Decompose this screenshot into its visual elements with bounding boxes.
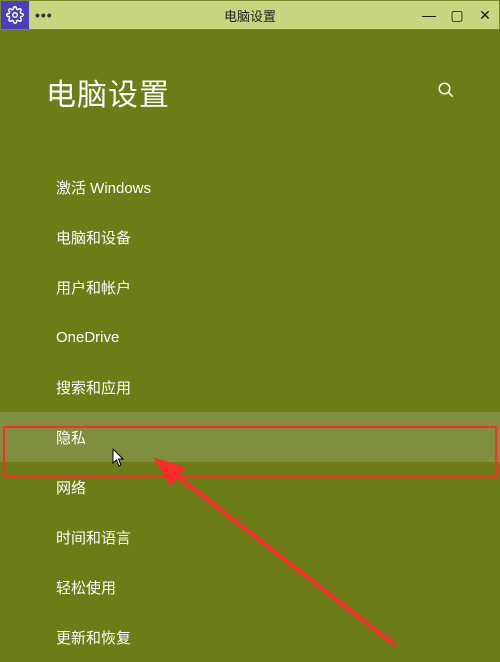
- nav-item-network[interactable]: 网络: [0, 462, 500, 512]
- nav-item-label: 更新和恢复: [56, 627, 131, 648]
- nav-item-label: 搜索和应用: [56, 377, 131, 398]
- nav-item-time-and-language[interactable]: 时间和语言: [0, 512, 500, 562]
- nav-item-label: 用户和帐户: [56, 277, 131, 298]
- nav-item-privacy[interactable]: 隐私: [0, 412, 500, 462]
- content-area: 电脑设置 激活 Windows 电脑和设备 用户和帐户 OneDrive 搜索和…: [0, 30, 500, 662]
- nav-item-label: 网络: [56, 477, 86, 498]
- nav-item-label: 电脑和设备: [56, 227, 131, 248]
- window-controls: — ▢ ✕: [415, 1, 499, 29]
- page-header: 电脑设置: [0, 30, 500, 134]
- nav-item-label: 隐私: [56, 427, 86, 448]
- settings-nav: 激活 Windows 电脑和设备 用户和帐户 OneDrive 搜索和应用 隐私…: [0, 162, 500, 662]
- nav-item-onedrive[interactable]: OneDrive: [0, 312, 500, 362]
- nav-item-label: 时间和语言: [56, 527, 131, 548]
- titlebar: ••• 电脑设置 — ▢ ✕: [0, 0, 500, 30]
- menu-dots[interactable]: •••: [35, 7, 53, 23]
- close-button[interactable]: ✕: [471, 1, 499, 29]
- minimize-button[interactable]: —: [415, 1, 443, 29]
- nav-item-search-and-apps[interactable]: 搜索和应用: [0, 362, 500, 412]
- nav-item-update-and-recovery[interactable]: 更新和恢复: [0, 612, 500, 662]
- search-button[interactable]: [428, 74, 464, 110]
- nav-item-activate-windows[interactable]: 激活 Windows: [0, 162, 500, 212]
- settings-icon: [1, 1, 29, 29]
- nav-item-label: 轻松使用: [56, 577, 116, 598]
- search-icon: [437, 81, 455, 104]
- maximize-button[interactable]: ▢: [443, 1, 471, 29]
- page-title: 电脑设置: [46, 70, 170, 114]
- nav-item-accounts[interactable]: 用户和帐户: [0, 262, 500, 312]
- nav-item-label: 激活 Windows: [56, 177, 151, 198]
- nav-item-label: OneDrive: [56, 329, 119, 346]
- nav-item-ease-of-access[interactable]: 轻松使用: [0, 562, 500, 612]
- nav-item-pc-and-devices[interactable]: 电脑和设备: [0, 212, 500, 262]
